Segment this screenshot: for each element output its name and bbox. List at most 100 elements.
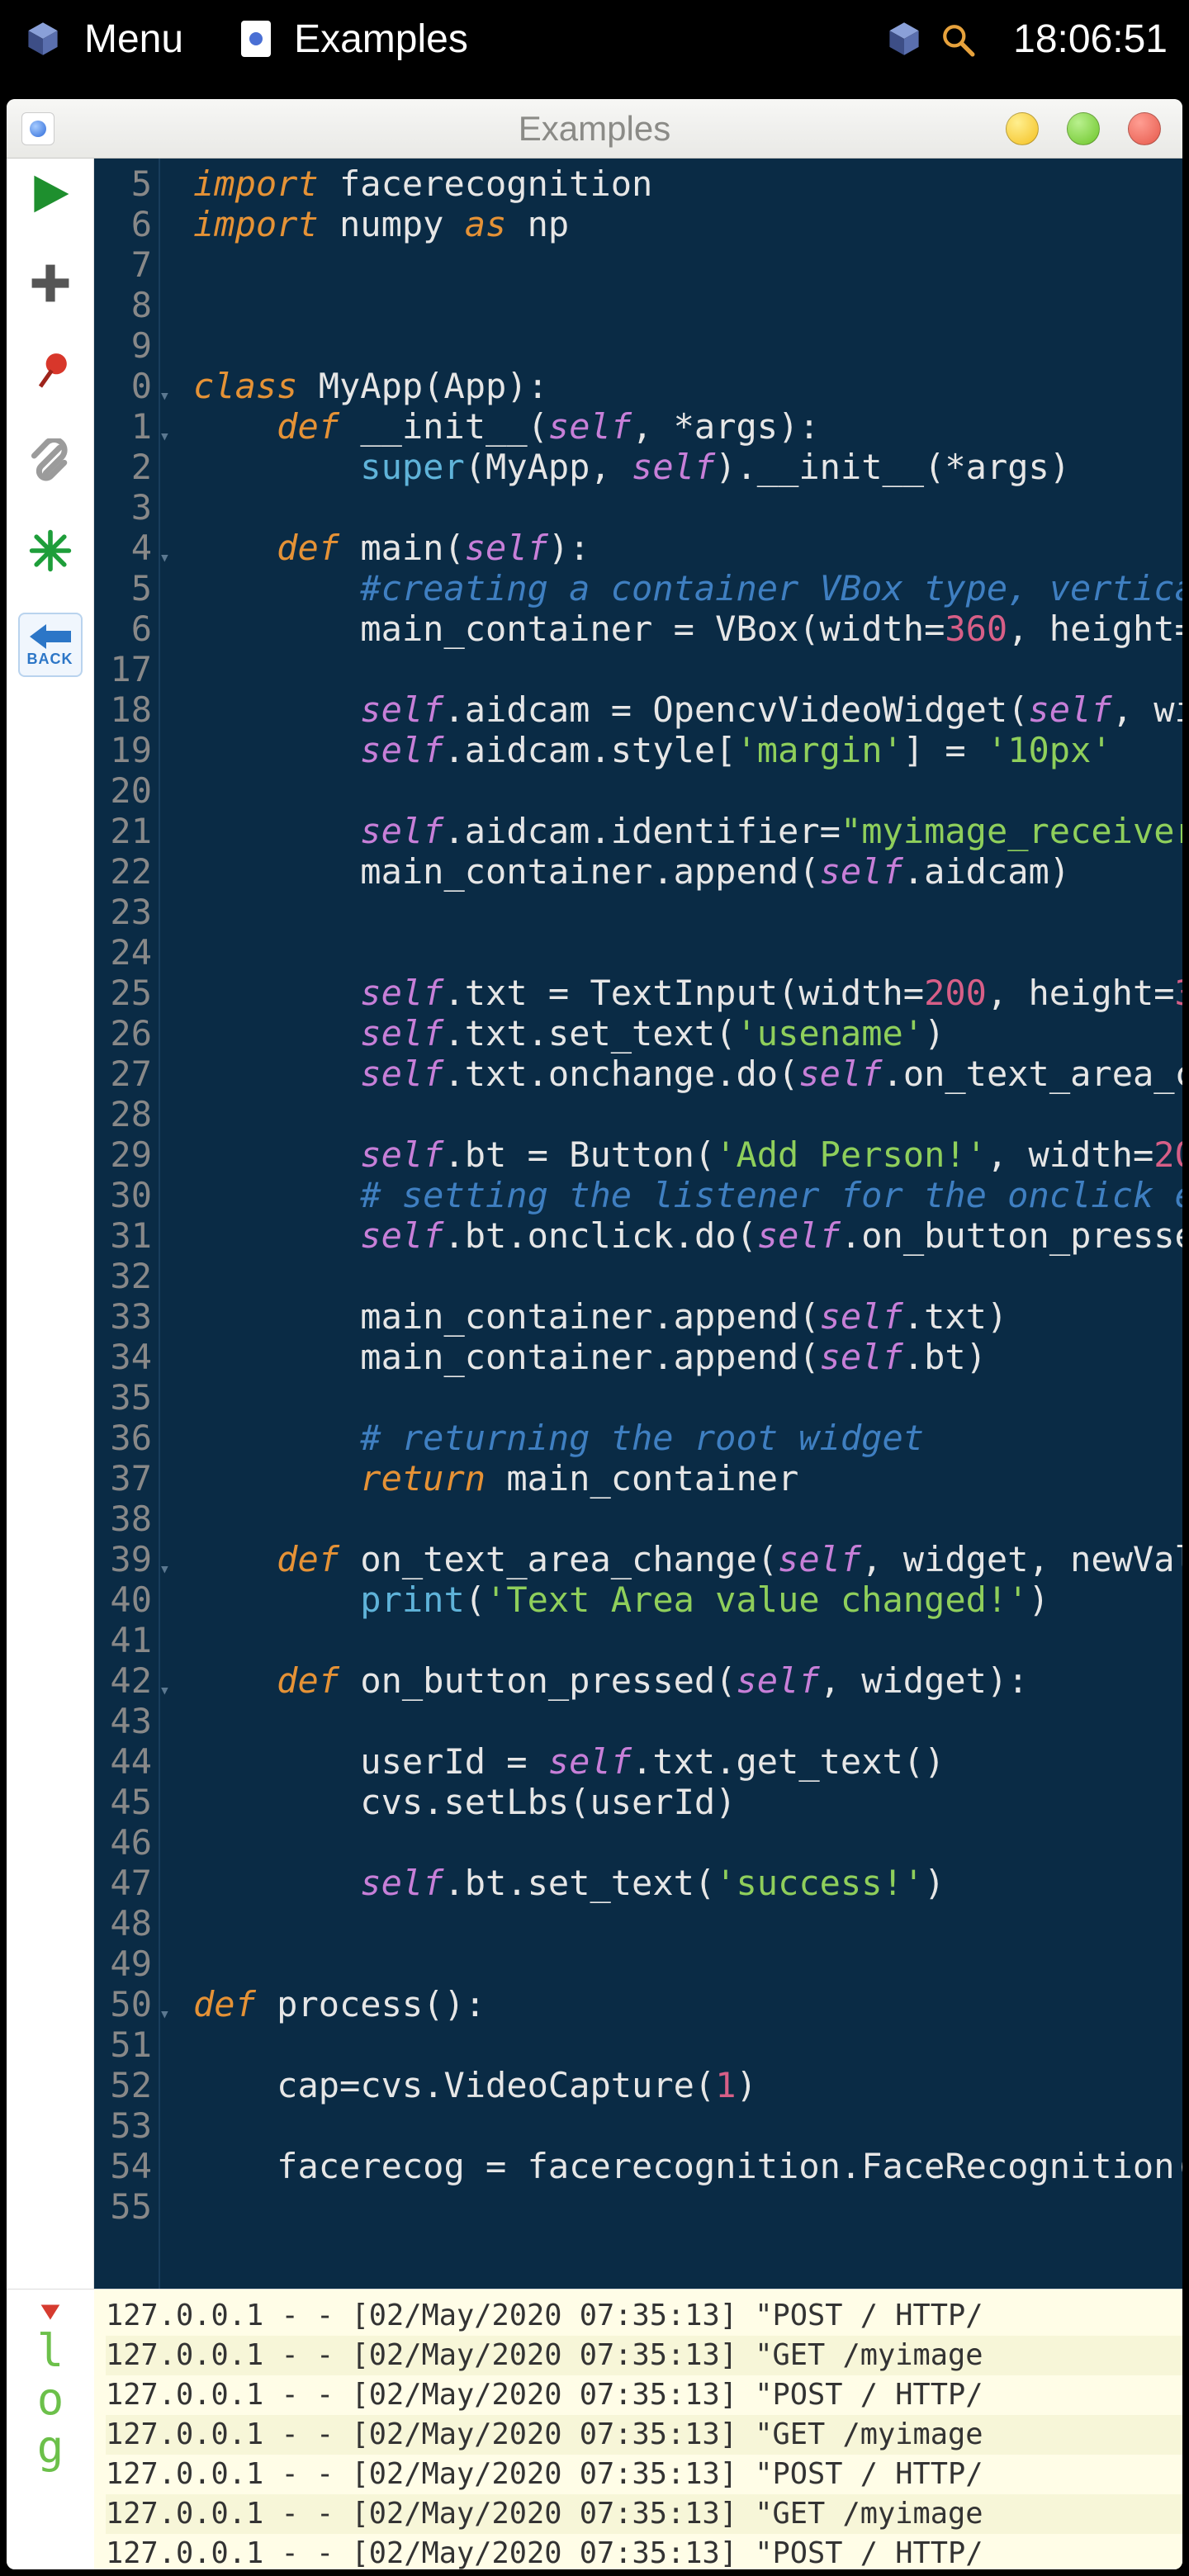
line-number[interactable]: 45 (94, 1782, 152, 1822)
tab-title[interactable]: Examples (294, 17, 468, 62)
code-line[interactable] (193, 1701, 1182, 1741)
code-line[interactable]: # returning the root widget (193, 1418, 1182, 1458)
code-line[interactable]: self.bt.set_text('success!') (193, 1863, 1182, 1903)
code-line[interactable]: self.bt.onclick.do(self.on_button_presse (193, 1215, 1182, 1256)
line-number[interactable]: 49 (94, 1944, 152, 1984)
line-number[interactable]: 55 (94, 2186, 152, 2227)
line-number[interactable]: 37 (94, 1458, 152, 1499)
line-number[interactable]: 41 (94, 1620, 152, 1660)
back-button[interactable]: BACK (18, 613, 83, 677)
cube-icon[interactable] (886, 21, 922, 57)
snowflake-icon[interactable] (23, 523, 78, 578)
collapse-icon[interactable]: ▼ (41, 2298, 60, 2323)
line-number[interactable]: 8 (94, 285, 152, 325)
minimize-button[interactable] (1006, 112, 1039, 145)
code-line[interactable]: self.aidcam.style['margin'] = '10px' (193, 730, 1182, 770)
code-line[interactable] (193, 932, 1182, 973)
code-line[interactable]: cvs.setLbs(userId) (193, 1782, 1182, 1822)
line-number[interactable]: 31 (94, 1215, 152, 1256)
code-line[interactable] (193, 1094, 1182, 1134)
code-line[interactable]: # setting the listener for the onclick e (193, 1175, 1182, 1215)
code-line[interactable] (193, 244, 1182, 285)
line-number[interactable]: 44 (94, 1741, 152, 1782)
code-line[interactable] (193, 1256, 1182, 1296)
line-number[interactable]: 20 (94, 770, 152, 811)
menu-button[interactable]: Menu (84, 17, 183, 62)
code-line[interactable] (193, 892, 1182, 932)
code-line[interactable] (193, 1903, 1182, 1944)
code-line[interactable]: def on_button_pressed(self, widget): (193, 1660, 1182, 1701)
line-number[interactable]: 22 (94, 851, 152, 892)
code-line[interactable]: print('Text Area value changed!') (193, 1579, 1182, 1620)
search-icon[interactable] (940, 21, 975, 56)
log-output[interactable]: 127.0.0.1 - - [02/May/2020 07:35:13] "PO… (94, 2290, 1182, 2569)
code-line[interactable]: def process(): (193, 1984, 1182, 2024)
code-line[interactable] (193, 1620, 1182, 1660)
code-line[interactable]: main_container.append(self.aidcam) (193, 851, 1182, 892)
line-gutter[interactable]: 5678901234561718192021222324252627282930… (94, 159, 160, 2289)
code-line[interactable]: self.bt = Button('Add Person!', width=20 (193, 1134, 1182, 1175)
code-line[interactable] (193, 1944, 1182, 1984)
window-titlebar[interactable]: Examples (7, 99, 1182, 159)
line-number[interactable]: 48 (94, 1903, 152, 1944)
code-line[interactable]: class MyApp(App): (193, 366, 1182, 406)
code-content[interactable]: import facerecognitionimport numpy as np… (180, 159, 1182, 2289)
code-line[interactable]: import numpy as np (193, 204, 1182, 244)
run-button[interactable] (23, 167, 78, 221)
line-number[interactable]: 52 (94, 2065, 152, 2105)
line-number[interactable]: 4 (94, 528, 152, 568)
line-number[interactable]: 25 (94, 973, 152, 1013)
maximize-button[interactable] (1067, 112, 1100, 145)
line-number[interactable]: 39 (94, 1539, 152, 1579)
code-editor[interactable]: 5678901234561718192021222324252627282930… (94, 159, 1182, 2289)
code-line[interactable]: import facerecognition (193, 163, 1182, 204)
line-number[interactable]: 19 (94, 730, 152, 770)
code-line[interactable]: cap=cvs.VideoCapture(1) (193, 2065, 1182, 2105)
line-number[interactable]: 21 (94, 811, 152, 851)
code-line[interactable]: userId = self.txt.get_text() (193, 1741, 1182, 1782)
code-line[interactable] (193, 325, 1182, 366)
line-number[interactable]: 36 (94, 1418, 152, 1458)
line-number[interactable]: 47 (94, 1863, 152, 1903)
code-line[interactable]: self.txt.onchange.do(self.on_text_area_c (193, 1054, 1182, 1094)
line-number[interactable]: 32 (94, 1256, 152, 1296)
line-number[interactable]: 30 (94, 1175, 152, 1215)
code-line[interactable] (193, 2024, 1182, 2065)
line-number[interactable]: 35 (94, 1377, 152, 1418)
line-number[interactable]: 50 (94, 1984, 152, 2024)
code-line[interactable]: main_container.append(self.bt) (193, 1337, 1182, 1377)
line-number[interactable]: 42 (94, 1660, 152, 1701)
code-line[interactable]: return main_container (193, 1458, 1182, 1499)
line-number[interactable]: 38 (94, 1499, 152, 1539)
line-number[interactable]: 5 (94, 568, 152, 608)
line-number[interactable]: 18 (94, 689, 152, 730)
line-number[interactable]: 46 (94, 1822, 152, 1863)
code-line[interactable]: def main(self): (193, 528, 1182, 568)
code-line[interactable]: main_container.append(self.txt) (193, 1296, 1182, 1337)
pin-icon[interactable] (23, 345, 78, 400)
attachment-icon[interactable] (23, 434, 78, 489)
line-number[interactable]: 9 (94, 325, 152, 366)
code-line[interactable]: self.txt.set_text('usename') (193, 1013, 1182, 1054)
code-line[interactable] (193, 487, 1182, 528)
line-number[interactable]: 34 (94, 1337, 152, 1377)
line-number[interactable]: 33 (94, 1296, 152, 1337)
line-number[interactable]: 6 (94, 608, 152, 649)
document-icon[interactable] (241, 21, 271, 57)
code-line[interactable]: #creating a container VBox type, vertica (193, 568, 1182, 608)
code-line[interactable] (193, 770, 1182, 811)
line-number[interactable]: 24 (94, 932, 152, 973)
log-tab[interactable]: ▼ l o g (7, 2290, 94, 2569)
cube-icon[interactable] (25, 21, 61, 57)
line-number[interactable]: 29 (94, 1134, 152, 1175)
code-line[interactable] (193, 1377, 1182, 1418)
line-number[interactable]: 5 (94, 163, 152, 204)
line-number[interactable]: 53 (94, 2105, 152, 2146)
code-line[interactable]: self.txt = TextInput(width=200, height=3 (193, 973, 1182, 1013)
line-number[interactable]: 0 (94, 366, 152, 406)
line-number[interactable]: 28 (94, 1094, 152, 1134)
line-number[interactable]: 6 (94, 204, 152, 244)
code-line[interactable] (193, 285, 1182, 325)
code-line[interactable]: def __init__(self, *args): (193, 406, 1182, 447)
line-number[interactable]: 3 (94, 487, 152, 528)
